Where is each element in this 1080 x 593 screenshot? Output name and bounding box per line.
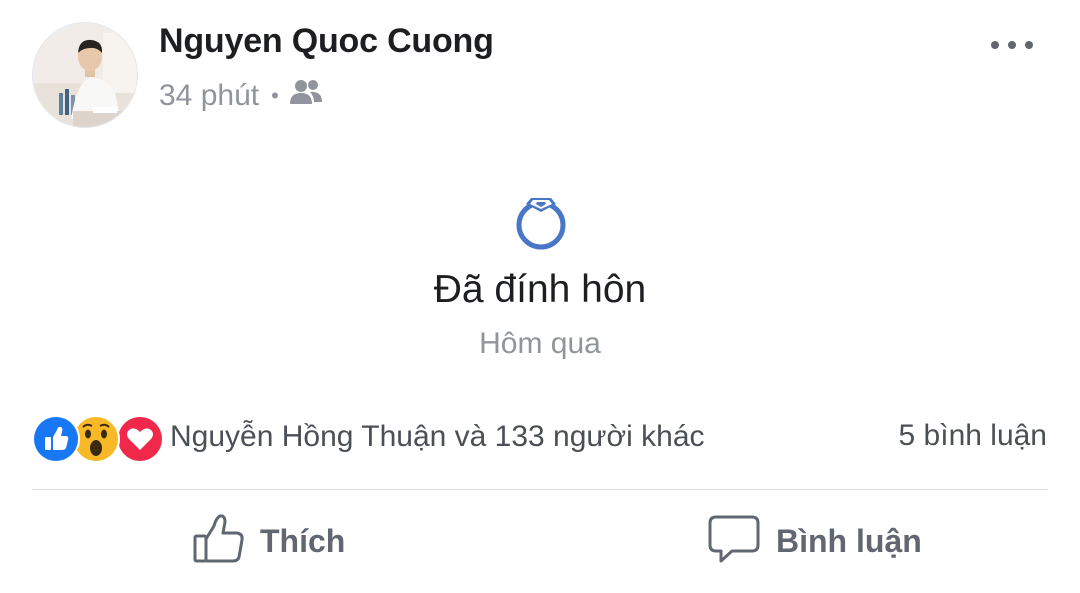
friends-icon — [289, 78, 323, 114]
like-label: Thích — [260, 522, 346, 559]
comment-count[interactable]: 5 bình luận — [899, 419, 1047, 453]
like-button[interactable]: Thích — [192, 508, 345, 574]
life-event-date: Hôm qua — [479, 327, 601, 360]
divider — [32, 489, 1048, 490]
feed-post: Nguyen Quoc Cuong 34 phút • Đã đính hôn … — [0, 0, 1080, 593]
thumbs-up-icon — [192, 512, 246, 571]
author-name[interactable]: Nguyen Quoc Cuong — [159, 22, 494, 61]
more-horizontal-icon — [990, 37, 1034, 55]
love-reaction-icon — [116, 415, 164, 463]
comment-button[interactable]: Bình luận — [706, 508, 922, 574]
reaction-icons — [32, 414, 164, 463]
engagement-ring-icon — [512, 190, 570, 252]
life-event-title: Đã đính hôn — [433, 268, 647, 311]
reactions-summary[interactable]: Nguyễn Hồng Thuận và 133 người khác — [32, 414, 705, 463]
author-avatar[interactable] — [32, 22, 138, 128]
post-timestamp[interactable]: 34 phút — [159, 79, 259, 113]
comment-label: Bình luận — [776, 522, 922, 559]
meta-separator: • — [271, 83, 279, 108]
like-reaction-icon — [32, 415, 80, 463]
post-meta: 34 phút • — [159, 78, 323, 114]
comment-bubble-icon — [706, 512, 762, 571]
more-options-button[interactable] — [982, 28, 1042, 64]
reactions-text[interactable]: Nguyễn Hồng Thuận và 133 người khác — [170, 420, 705, 454]
